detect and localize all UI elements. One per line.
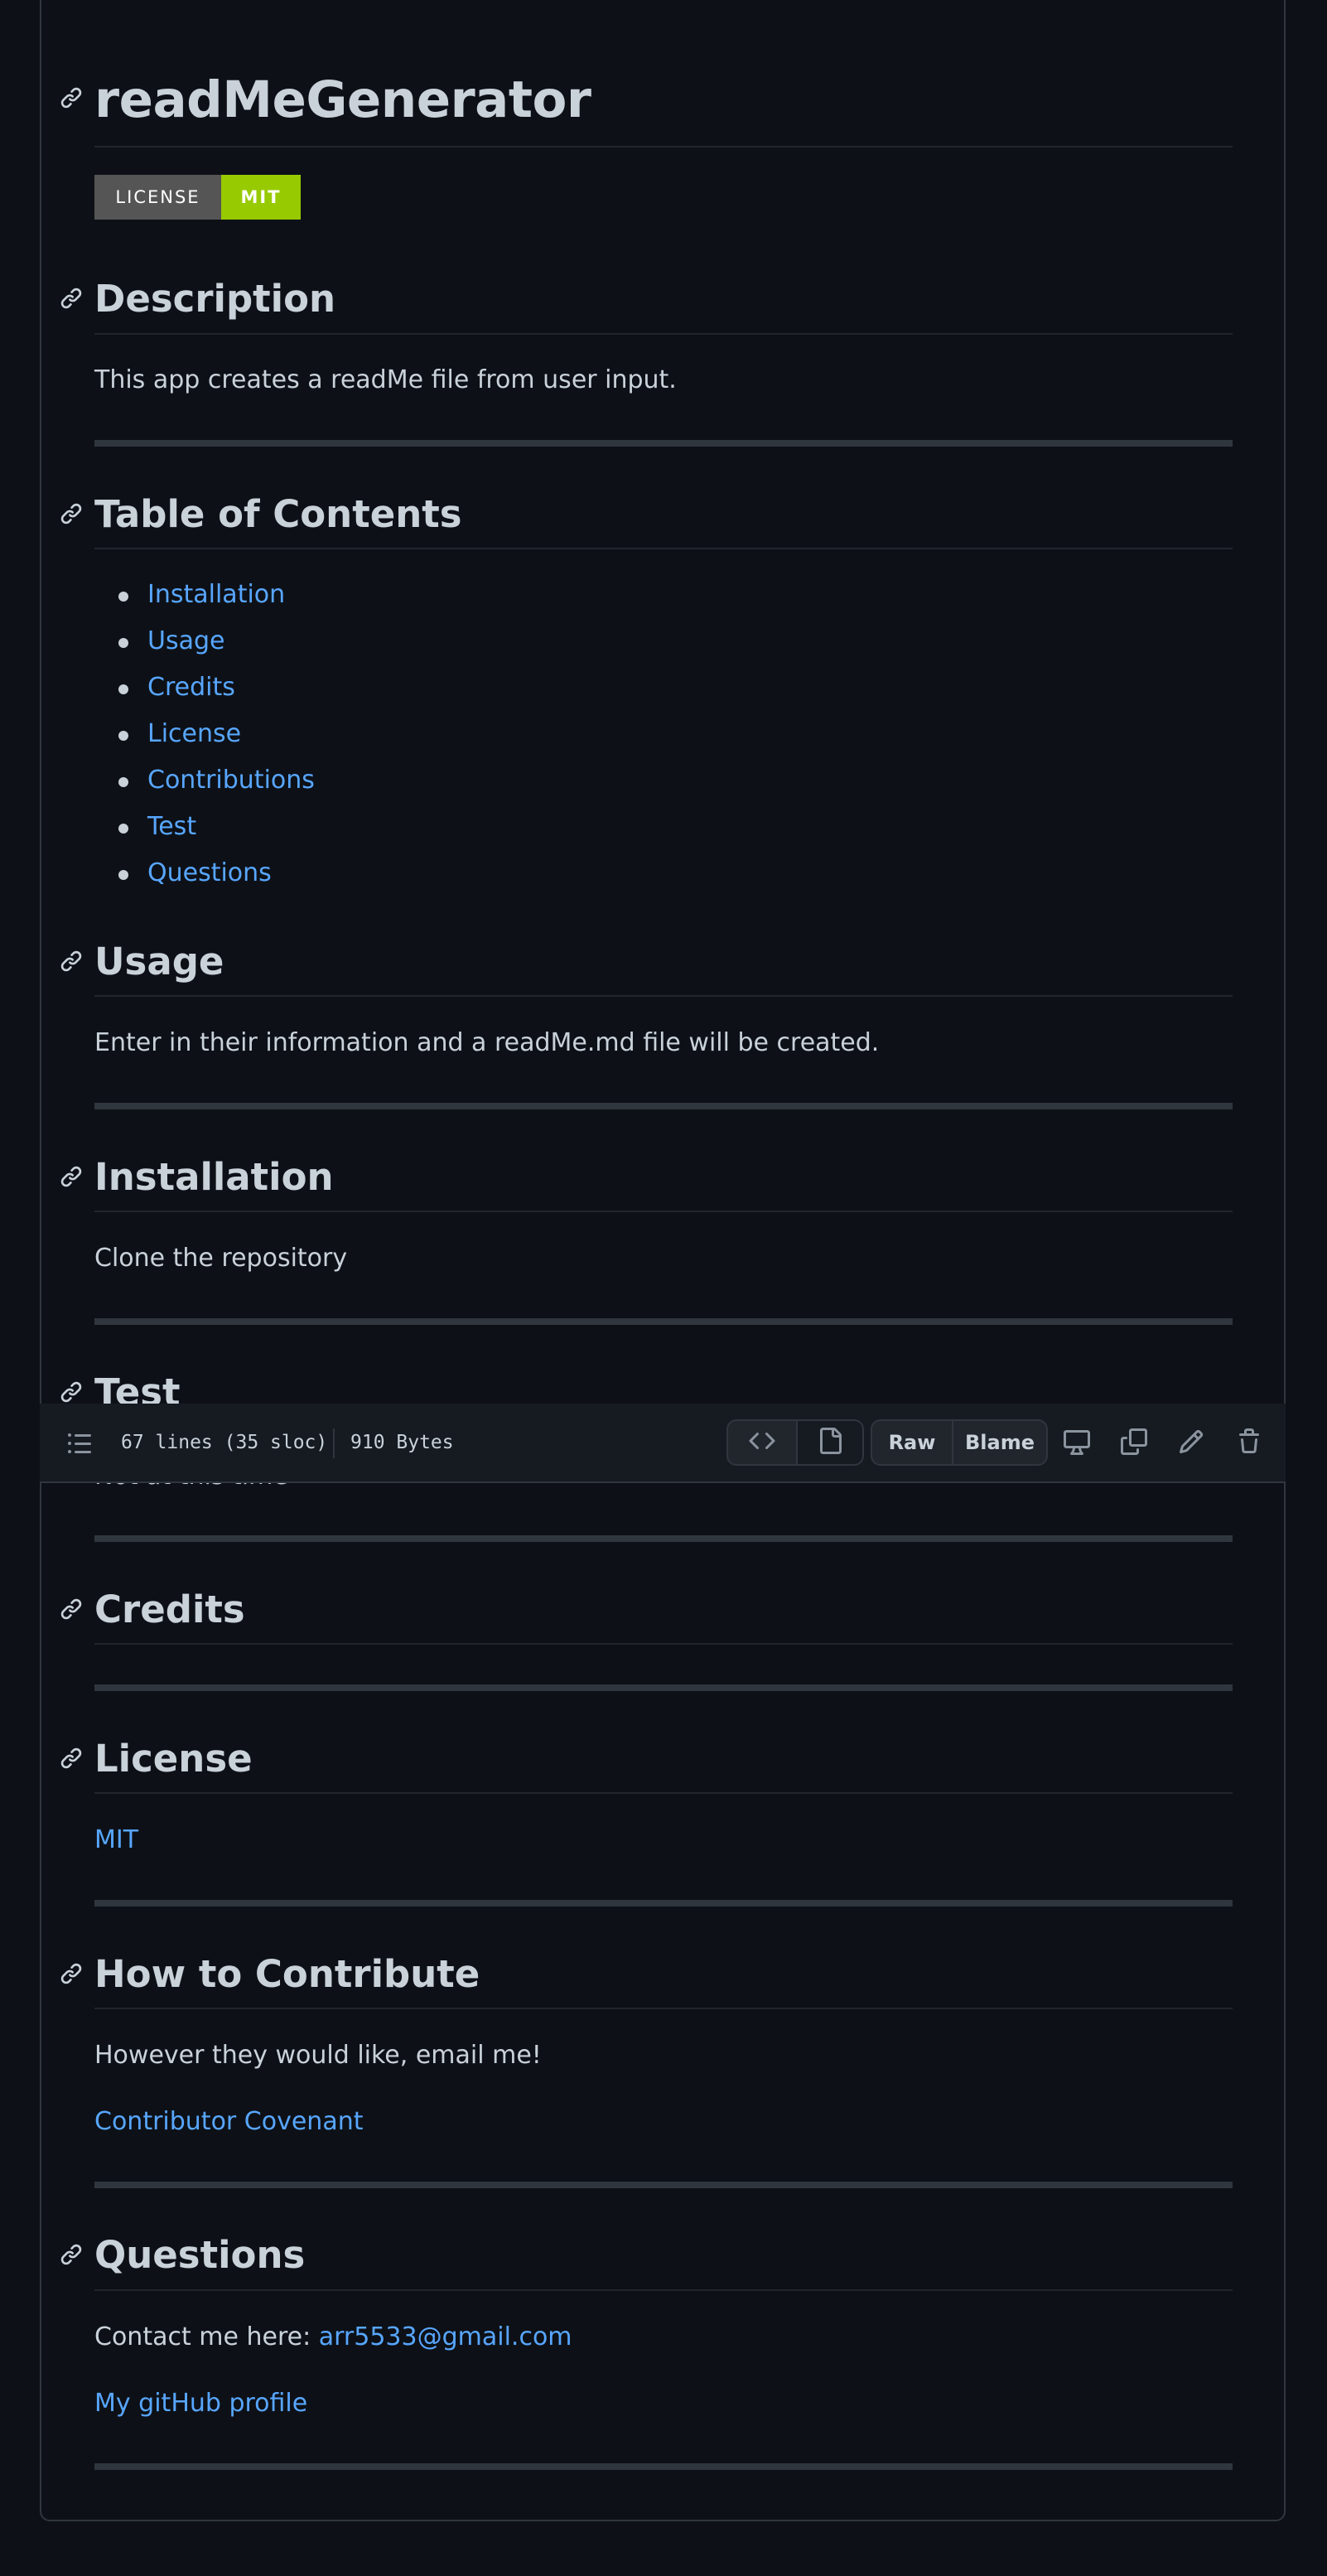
anchor-link-icon[interactable] xyxy=(60,1962,86,1989)
github-profile-link[interactable]: My gitHub profile xyxy=(94,2391,307,2416)
section-divider xyxy=(94,440,1233,447)
bullet xyxy=(118,777,128,787)
description-text: This app creates a readMe file from user… xyxy=(94,365,677,394)
license-link[interactable]: MIT xyxy=(94,1828,138,1853)
heading-rule xyxy=(94,548,1233,549)
contribute-text: However they would like, email me! xyxy=(94,2041,542,2070)
heading-license: License xyxy=(94,1737,253,1781)
preview-view-button[interactable] xyxy=(796,1421,862,1464)
heading-rule xyxy=(94,1643,1233,1645)
heading-rule xyxy=(94,995,1233,997)
blame-button[interactable]: Blame xyxy=(952,1421,1046,1464)
installation-text: Clone the repository xyxy=(94,1244,348,1273)
anchor-link-icon[interactable] xyxy=(60,86,86,113)
anchor-link-icon[interactable] xyxy=(60,1747,86,1773)
view-toggle xyxy=(726,1419,864,1466)
license-badge: LICENSE MIT xyxy=(94,175,301,220)
anchor-link-icon[interactable] xyxy=(60,502,86,529)
heading-rule xyxy=(94,2008,1233,2009)
section-divider xyxy=(94,1900,1233,1907)
section-divider xyxy=(94,1103,1233,1109)
toc-link-contributions[interactable]: Contributions xyxy=(147,768,315,793)
code-view-button[interactable] xyxy=(728,1421,796,1464)
toc-link-license[interactable]: License xyxy=(147,722,241,747)
section-divider xyxy=(94,1684,1233,1691)
email-link[interactable]: arr5533@gmail.com xyxy=(319,2322,572,2351)
heading-rule xyxy=(94,1792,1233,1794)
contact-prefix: Contact me here: xyxy=(94,2322,319,2351)
anchor-link-icon[interactable] xyxy=(60,1597,86,1624)
toc-link-credits[interactable]: Credits xyxy=(147,675,235,700)
raw-blame-group: Raw Blame xyxy=(871,1419,1048,1466)
heading-description: Description xyxy=(94,277,336,321)
heading-credits: Credits xyxy=(94,1588,245,1631)
badge-value: MIT xyxy=(221,175,301,220)
section-divider xyxy=(94,2182,1233,2188)
section-divider xyxy=(94,1318,1233,1325)
file-icon xyxy=(817,1428,843,1457)
bullet xyxy=(118,638,128,648)
heading-questions: Questions xyxy=(94,2233,306,2277)
contact-line: Contact me here: arr5533@gmail.com xyxy=(94,2325,572,2350)
anchor-link-icon[interactable] xyxy=(60,1165,86,1191)
code-icon xyxy=(749,1428,775,1457)
title-rule xyxy=(94,146,1233,147)
usage-text: Enter in their information and a readMe.… xyxy=(94,1028,880,1057)
bullet xyxy=(118,684,128,694)
anchor-link-icon[interactable] xyxy=(60,287,86,313)
badge-label: LICENSE xyxy=(94,175,221,220)
heading-usage: Usage xyxy=(94,940,224,984)
pencil-icon[interactable] xyxy=(1175,1425,1208,1458)
heading-rule xyxy=(94,333,1233,335)
bullet xyxy=(118,592,128,602)
toc-link-test[interactable]: Test xyxy=(147,814,196,839)
heading-rule xyxy=(94,2289,1233,2291)
file-toolbar: 67 lines (35 sloc) 910 Bytes Raw Blame xyxy=(40,1404,1286,1483)
bullet xyxy=(118,824,128,834)
heading-table-of-contents: Table of Contents xyxy=(94,492,462,536)
outline-list-icon[interactable] xyxy=(66,1430,93,1460)
readme-title: readMeGenerator xyxy=(94,70,591,129)
anchor-link-icon[interactable] xyxy=(60,2243,86,2269)
copy-icon[interactable] xyxy=(1117,1425,1151,1458)
anchor-link-icon[interactable] xyxy=(60,950,86,976)
trash-icon[interactable] xyxy=(1233,1425,1266,1458)
toc-link-questions[interactable]: Questions xyxy=(147,861,272,886)
toc-link-installation[interactable]: Installation xyxy=(147,582,285,607)
heading-rule xyxy=(94,1211,1233,1212)
heading-how-to-contribute: How to Contribute xyxy=(94,1952,480,1996)
desktop-icon[interactable] xyxy=(1060,1425,1093,1458)
toc-link-usage[interactable]: Usage xyxy=(147,629,224,654)
section-divider xyxy=(94,1535,1233,1542)
section-divider xyxy=(94,2463,1233,2470)
bullet xyxy=(118,731,128,741)
contributor-covenant-link[interactable]: Contributor Covenant xyxy=(94,2110,363,2134)
toolbar-divider xyxy=(333,1428,335,1458)
file-size: 910 Bytes xyxy=(350,1432,454,1453)
raw-button[interactable]: Raw xyxy=(872,1421,952,1464)
heading-installation: Installation xyxy=(94,1155,334,1199)
bullet xyxy=(118,870,128,880)
line-count: 67 lines (35 sloc) xyxy=(121,1432,328,1453)
